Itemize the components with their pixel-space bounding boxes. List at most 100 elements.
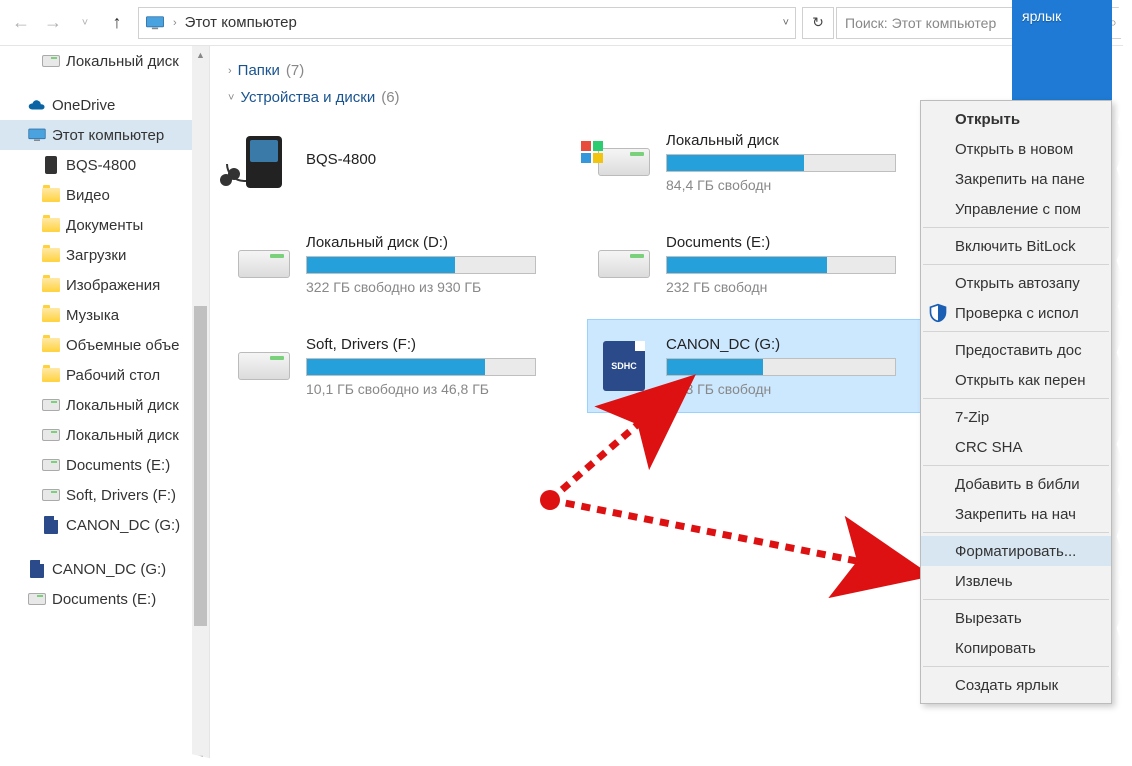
scroll-thumb[interactable] (194, 306, 207, 626)
tree-item-label: CANON_DC (G:) (52, 561, 166, 578)
menu-item[interactable]: Проверка с испол (921, 298, 1111, 328)
drive-item[interactable]: BQS-4800 (228, 116, 568, 208)
tree-item[interactable]: OneDrive (0, 90, 209, 120)
tree-item-label: Музыка (66, 307, 119, 324)
menu-item[interactable]: Вырезать (921, 603, 1111, 633)
sidebar-scrollbar[interactable]: ▲ ▼ (192, 46, 209, 766)
menu-item-label: Создать ярлык (955, 677, 1058, 694)
chevron-right-icon: › (228, 65, 232, 77)
drive-item[interactable]: CANON_DC (G:)4,33 ГБ свободн (588, 320, 928, 412)
drive-name: CANON_DC (G:) (666, 336, 920, 353)
nav-back-button[interactable]: ← (6, 8, 36, 38)
menu-item-label: Открыть (955, 111, 1020, 128)
menu-item-label: Предоставить дос (955, 342, 1082, 359)
tree-item[interactable]: Локальный диск (0, 46, 209, 76)
drive-item[interactable]: Documents (E:)232 ГБ свободн (588, 218, 928, 310)
breadcrumb-location[interactable]: Этот компьютер (185, 14, 297, 31)
tree-item[interactable]: Рабочий стол (0, 360, 209, 390)
menu-item-label: Закрепить на пане (955, 171, 1085, 188)
menu-item-label: Добавить в библи (955, 476, 1080, 493)
menu-item[interactable]: Открыть (921, 104, 1111, 134)
tree-item[interactable]: BQS-4800 (0, 150, 209, 180)
tree-item[interactable]: Локальный диск (0, 420, 209, 450)
menu-item[interactable]: Копировать (921, 633, 1111, 663)
menu-separator (923, 666, 1109, 667)
menu-item-label: Открыть как перен (955, 372, 1085, 389)
scroll-up-icon[interactable]: ▲ (192, 46, 209, 63)
drive-item[interactable]: Soft, Drivers (F:)10,1 ГБ свободно из 46… (228, 320, 568, 412)
tree-item[interactable]: Documents (E:) (0, 584, 209, 614)
tree-item[interactable]: Загрузки (0, 240, 209, 270)
nav-recent-dropdown[interactable]: ˅ (70, 8, 100, 38)
disk-icon (42, 459, 60, 471)
shortcut-label: ярлык (1022, 8, 1061, 24)
drive-item[interactable]: Локальный диск84,4 ГБ свободн (588, 116, 928, 208)
tree-item[interactable]: Documents (E:) (0, 450, 209, 480)
tree-item[interactable]: Локальный диск (0, 390, 209, 420)
tree-item-label: Загрузки (66, 247, 126, 264)
menu-item[interactable]: Создать ярлык (921, 670, 1111, 700)
folder-icon (42, 218, 60, 232)
menu-item[interactable]: Закрепить на пане (921, 164, 1111, 194)
menu-item[interactable]: Включить BitLock (921, 231, 1111, 261)
menu-item[interactable]: CRC SHA (921, 432, 1111, 462)
tree-item-label: Документы (66, 217, 143, 234)
nav-up-button[interactable]: ↑ (102, 8, 132, 38)
disk-icon (598, 250, 650, 278)
menu-item[interactable]: Предоставить дос (921, 335, 1111, 365)
menu-separator (923, 465, 1109, 466)
system-disk-icon (598, 148, 650, 176)
group-header-folders[interactable]: › Папки (7) (228, 62, 1132, 79)
menu-item[interactable]: Закрепить на нач (921, 499, 1111, 529)
address-dropdown-icon[interactable]: ˅ (783, 17, 789, 29)
menu-item-label: Управление с пом (955, 201, 1081, 218)
menu-item-label: Открыть автозапу (955, 275, 1080, 292)
folder-icon (42, 338, 60, 352)
storage-bar (666, 154, 896, 172)
menu-item[interactable]: Открыть как перен (921, 365, 1111, 395)
disk-icon (42, 399, 60, 411)
tree-item[interactable]: Этот компьютер (0, 120, 209, 150)
tree-item[interactable]: Видео (0, 180, 209, 210)
drive-name: Локальный диск (666, 132, 920, 149)
tree-item[interactable]: CANON_DC (G:) (0, 554, 209, 584)
tree-item-label: Рабочий стол (66, 367, 160, 384)
sd-card-icon (30, 560, 44, 578)
tree-item[interactable]: Музыка (0, 300, 209, 330)
mp3-player-icon (45, 156, 57, 174)
drive-name: Documents (E:) (666, 234, 920, 251)
disk-icon (42, 429, 60, 441)
menu-item[interactable]: Управление с пом (921, 194, 1111, 224)
tree-item[interactable]: Изображения (0, 270, 209, 300)
menu-item-label: CRC SHA (955, 439, 1023, 456)
refresh-button[interactable]: ↻ (802, 7, 834, 39)
menu-item[interactable]: Открыть в новом (921, 134, 1111, 164)
nav-forward-button: → (38, 8, 68, 38)
tree-item[interactable]: Soft, Drivers (F:) (0, 480, 209, 510)
menu-item-label: Закрепить на нач (955, 506, 1076, 523)
menu-item[interactable]: 7-Zip (921, 402, 1111, 432)
pc-icon (28, 128, 46, 142)
menu-item[interactable]: Добавить в библи (921, 469, 1111, 499)
storage-bar (306, 358, 536, 376)
folder-icon (42, 188, 60, 202)
tree-item-label: Documents (E:) (66, 457, 170, 474)
tree-item-label: Видео (66, 187, 110, 204)
tree-item[interactable]: CANON_DC (G:) (0, 510, 209, 540)
address-box[interactable]: › Этот компьютер ˅ (138, 7, 796, 39)
desktop-background-peek: ярлык (1012, 0, 1112, 100)
disk-icon (42, 55, 60, 67)
menu-item[interactable]: Извлечь (921, 566, 1111, 596)
drive-name: Локальный диск (D:) (306, 234, 560, 251)
drive-item[interactable]: Локальный диск (D:)322 ГБ свободно из 93… (228, 218, 568, 310)
tree-item[interactable]: Объемные объе (0, 330, 209, 360)
shield-icon (928, 303, 948, 323)
tree-item[interactable]: Документы (0, 210, 209, 240)
drive-free-space: 10,1 ГБ свободно из 46,8 ГБ (306, 381, 560, 397)
menu-item[interactable]: Форматировать... (921, 536, 1111, 566)
menu-separator (923, 398, 1109, 399)
search-placeholder: Поиск: Этот компьютер (845, 15, 996, 31)
group-label: Папки (238, 62, 280, 79)
menu-item[interactable]: Открыть автозапу (921, 268, 1111, 298)
folder-icon (42, 308, 60, 322)
